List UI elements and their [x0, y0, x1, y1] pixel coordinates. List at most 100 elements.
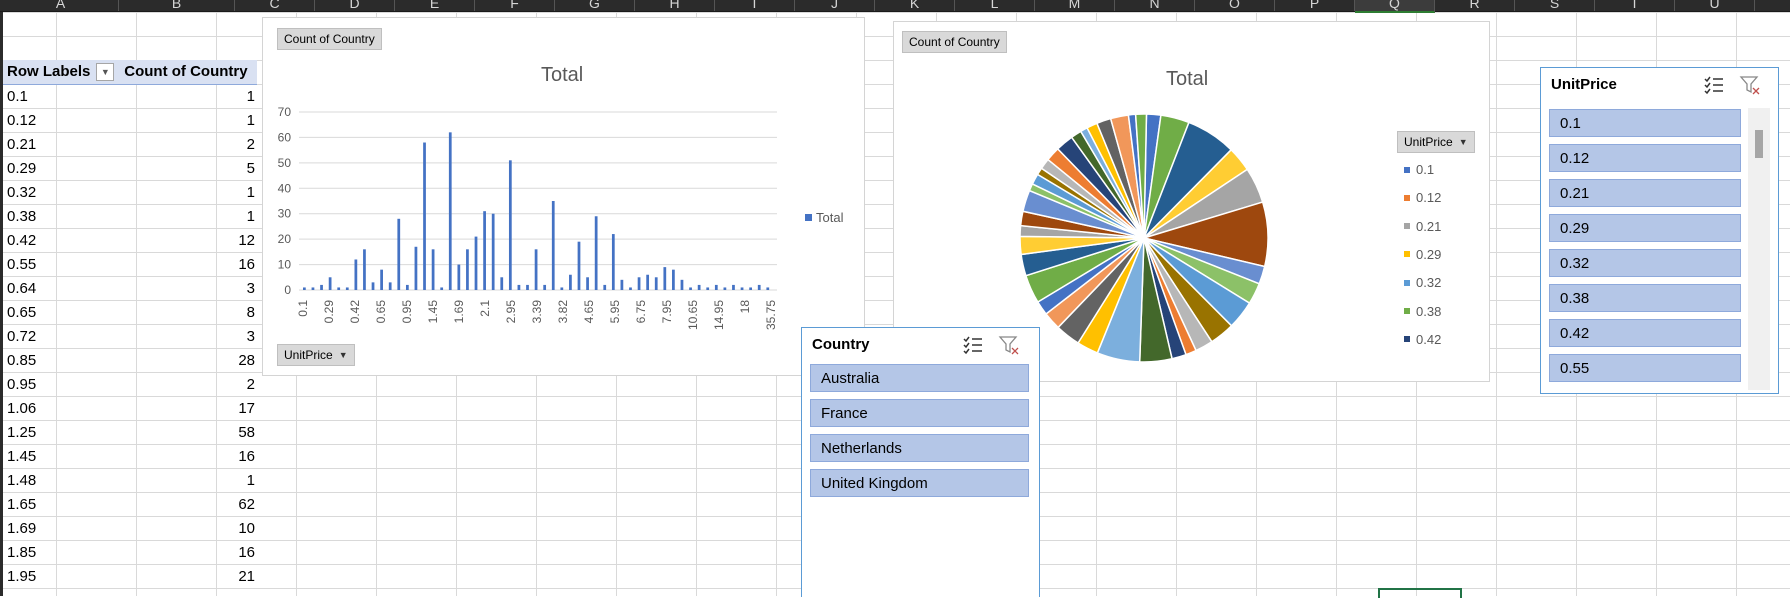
row-labels-header[interactable]: Row Labels ▼: [3, 60, 118, 84]
country-slicer[interactable]: Country Australia France Netherlands United…: [801, 327, 1040, 597]
column-header-a[interactable]: A: [3, 0, 119, 11]
pivot-row-count[interactable]: 3: [120, 277, 257, 301]
bar-chart[interactable]: Count of Country Total 0 10 20 30 40 50 60 70 0.…: [262, 17, 865, 376]
pivot-row[interactable]: 1.48 1: [3, 469, 257, 493]
pivot-row[interactable]: 0.12 1: [3, 109, 257, 133]
country-slicer-item[interactable]: France: [810, 399, 1029, 427]
pivot-row-label[interactable]: 1.65: [3, 493, 120, 517]
pivot-row[interactable]: 0.64 3: [3, 277, 257, 301]
column-header-s[interactable]: S: [1515, 0, 1595, 11]
active-cell[interactable]: [1378, 588, 1462, 598]
pivot-row-count[interactable]: 1: [120, 109, 257, 133]
pivot-row-label[interactable]: 0.12: [3, 109, 120, 133]
pivot-row[interactable]: 0.85 28: [3, 349, 257, 373]
column-header-l[interactable]: L: [955, 0, 1035, 11]
pivot-row-count[interactable]: 2: [120, 373, 257, 397]
pivot-row[interactable]: 0.1 1: [3, 85, 257, 109]
pivot-row[interactable]: 1.65 62: [3, 493, 257, 517]
column-header-i[interactable]: I: [715, 0, 795, 11]
country-slicer-item[interactable]: United Kingdom: [810, 469, 1029, 497]
row-labels-filter-dropdown-icon[interactable]: ▼: [96, 63, 115, 81]
pivot-row-label[interactable]: 1.06: [3, 397, 120, 421]
pivot-row-label[interactable]: 0.21: [3, 133, 120, 157]
pivot-row-label[interactable]: 0.38: [3, 205, 120, 229]
pivot-row-count[interactable]: 3: [120, 325, 257, 349]
pivot-row-count[interactable]: 10: [120, 517, 257, 541]
column-header-n[interactable]: N: [1115, 0, 1195, 11]
pivot-row[interactable]: 0.55 16: [3, 253, 257, 277]
column-header-m[interactable]: M: [1035, 0, 1115, 11]
pivot-row-count[interactable]: 16: [120, 541, 257, 565]
pivot-row-count[interactable]: 16: [120, 253, 257, 277]
column-header-e[interactable]: E: [395, 0, 475, 11]
pivot-row-count[interactable]: 2: [120, 133, 257, 157]
pivot-row-count[interactable]: 58: [120, 421, 257, 445]
count-of-country-header[interactable]: Count of Country: [118, 60, 257, 84]
pivot-row[interactable]: 0.65 8: [3, 301, 257, 325]
unitprice-slicer-item[interactable]: 0.29: [1549, 214, 1741, 242]
pivot-row-label[interactable]: 1.25: [3, 421, 120, 445]
unitprice-slicer-item[interactable]: 0.21: [1549, 179, 1741, 207]
pivot-row[interactable]: 0.42 12: [3, 229, 257, 253]
column-header-p[interactable]: P: [1275, 0, 1355, 11]
pivot-row-count[interactable]: 17: [120, 397, 257, 421]
pivot-row-count[interactable]: 16: [120, 445, 257, 469]
pivot-row-label[interactable]: 0.32: [3, 181, 120, 205]
pivot-row-label[interactable]: 1.69: [3, 517, 120, 541]
pivot-row[interactable]: 0.21 2: [3, 133, 257, 157]
unitprice-slicer-item[interactable]: 0.55: [1549, 354, 1741, 382]
pivot-row[interactable]: 0.95 2: [3, 373, 257, 397]
pivot-row-label[interactable]: 1.45: [3, 445, 120, 469]
unitprice-slicer-item[interactable]: 0.38: [1549, 284, 1741, 312]
column-header-k[interactable]: K: [875, 0, 955, 11]
pivot-row-label[interactable]: 1.95: [3, 565, 120, 589]
pivot-row-count[interactable]: 1: [120, 181, 257, 205]
pivot-row-count[interactable]: 1: [120, 469, 257, 493]
pivot-row[interactable]: 1.95 21: [3, 565, 257, 589]
pivot-row-label[interactable]: 0.29: [3, 157, 120, 181]
column-header-j[interactable]: J: [795, 0, 875, 11]
unitprice-slicer-item[interactable]: 0.32: [1549, 249, 1741, 277]
pivot-row-label[interactable]: 0.65: [3, 301, 120, 325]
multi-select-icon[interactable]: [962, 334, 984, 356]
pivot-row-label[interactable]: 0.85: [3, 349, 120, 373]
column-header-g[interactable]: G: [555, 0, 635, 11]
pivot-row-label[interactable]: 0.72: [3, 325, 120, 349]
column-header-h[interactable]: H: [635, 0, 715, 11]
column-header-f[interactable]: F: [475, 0, 555, 11]
pivot-row-count[interactable]: 5: [120, 157, 257, 181]
pivot-row-count[interactable]: 12: [120, 229, 257, 253]
column-header-o[interactable]: O: [1195, 0, 1275, 11]
pivot-row[interactable]: 1.25 58: [3, 421, 257, 445]
slicer-scrollbar-thumb[interactable]: [1755, 130, 1763, 158]
multi-select-icon[interactable]: [1703, 74, 1725, 96]
column-header-r[interactable]: R: [1435, 0, 1515, 11]
column-header-c[interactable]: C: [235, 0, 315, 11]
pivot-row-count[interactable]: 62: [120, 493, 257, 517]
unitprice-slicer-item[interactable]: 0.12: [1549, 144, 1741, 172]
pie-legend-field-button[interactable]: UnitPrice ▼: [1397, 131, 1475, 153]
unitprice-slicer-item[interactable]: 0.42: [1549, 319, 1741, 347]
pivot-row-label[interactable]: 0.64: [3, 277, 120, 301]
pivot-row-label[interactable]: 0.42: [3, 229, 120, 253]
column-header-d[interactable]: D: [315, 0, 395, 11]
slicer-scrollbar[interactable]: [1748, 108, 1770, 390]
clear-filter-icon[interactable]: [998, 334, 1020, 356]
pivot-row[interactable]: 0.38 1: [3, 205, 257, 229]
unitprice-slicer[interactable]: UnitPrice 0.1 0.12 0.21 0.29 0.32 0.38 0.42 0.5…: [1540, 67, 1779, 394]
pivot-row[interactable]: 1.45 16: [3, 445, 257, 469]
unitprice-slicer-item[interactable]: 0.1: [1549, 109, 1741, 137]
pivot-row[interactable]: 0.29 5: [3, 157, 257, 181]
column-header-u[interactable]: U: [1675, 0, 1755, 11]
column-header-t[interactable]: T: [1595, 0, 1675, 11]
pivot-row-count[interactable]: 1: [120, 205, 257, 229]
pie-chart-value-field-button[interactable]: Count of Country: [902, 31, 1007, 53]
pivot-row-label[interactable]: 0.95: [3, 373, 120, 397]
pivot-row-label[interactable]: 1.85: [3, 541, 120, 565]
pivot-row-count[interactable]: 8: [120, 301, 257, 325]
country-slicer-item[interactable]: Australia: [810, 364, 1029, 392]
pivot-row[interactable]: 1.06 17: [3, 397, 257, 421]
pivot-row-label[interactable]: 0.1: [3, 85, 120, 109]
pivot-row-count[interactable]: 28: [120, 349, 257, 373]
bar-chart-axis-field-button[interactable]: UnitPrice ▼: [277, 344, 355, 366]
